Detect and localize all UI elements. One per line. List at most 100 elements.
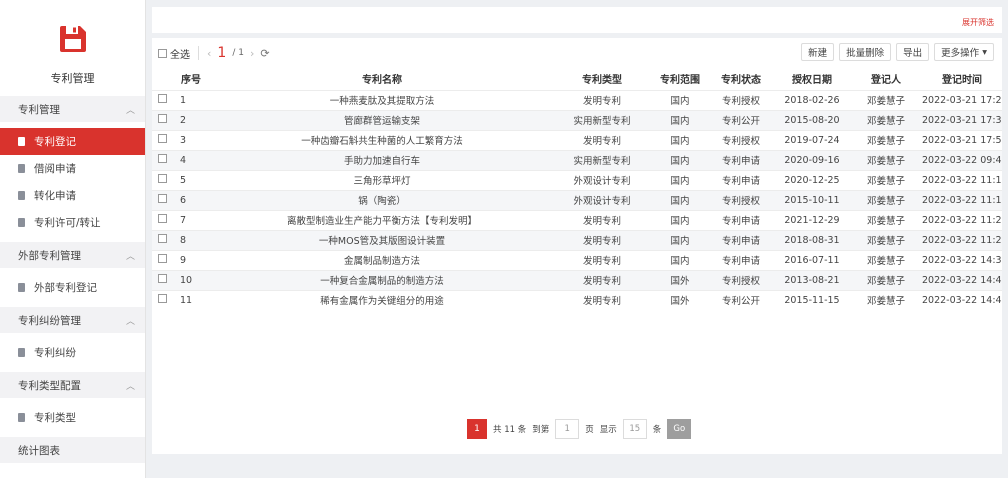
expand-filter-link[interactable]: 展开筛选 bbox=[962, 17, 994, 28]
export-button[interactable]: 导出 bbox=[896, 43, 930, 61]
table-cell: 6 bbox=[170, 189, 212, 210]
row-checkbox[interactable] bbox=[158, 194, 167, 203]
page-button-current[interactable]: 1 bbox=[467, 419, 487, 439]
nav-group-items: 专利登记借阅申请 转化申请 专利许可/转让 bbox=[0, 122, 145, 242]
table-cell: 2022-03-22 11:15 bbox=[922, 189, 1002, 210]
table-cell: 邓姜慧子 bbox=[850, 149, 922, 170]
row-checkbox-cell bbox=[152, 269, 170, 290]
patent-table: 序号 专利名称 专利类型 专利范围 专利状态 授权日期 登记人 登记时间 1 一种燕麦肽及其提取… bbox=[152, 68, 1002, 310]
column-header: 专利名称 bbox=[362, 75, 402, 87]
more-actions-button[interactable]: 更多操作 ▾ bbox=[934, 43, 994, 61]
table-cell: 邓姜慧子 bbox=[850, 129, 922, 150]
table-cell: 专利公开 bbox=[708, 109, 774, 130]
row-checkbox[interactable] bbox=[158, 154, 167, 163]
nav-group-header[interactable]: 外部专利管理 ︿ bbox=[0, 242, 145, 268]
select-all[interactable]: 全选 bbox=[158, 46, 190, 61]
total-count: 共 11 条 bbox=[493, 425, 527, 435]
row-checkbox[interactable] bbox=[158, 274, 167, 283]
row-checkbox[interactable] bbox=[158, 214, 167, 223]
table-cell: 2015-08-20 bbox=[774, 109, 850, 130]
table-cell: 国内 bbox=[652, 229, 708, 250]
header-checkbox-col bbox=[152, 68, 170, 90]
table-row[interactable]: 6 锅（陶瓷） 外观设计专利 国内 专利授权 2015-10-11 邓姜慧子 2022-03-… bbox=[152, 189, 1002, 210]
table-row[interactable]: 7 离散型制造业生产能力平衡方法【专利发明】 发明专利 国内 专利申请 2021-12-2… bbox=[152, 209, 1002, 230]
table-cell: 国内 bbox=[652, 89, 708, 110]
table-header-row: 序号 专利名称 专利类型 专利范围 专利状态 授权日期 登记人 登记时间 bbox=[152, 68, 1002, 90]
table-cell: 国外 bbox=[652, 289, 708, 310]
table-cell: 2022-03-21 17:54 bbox=[922, 129, 1002, 150]
table-row[interactable]: 11 稀有金属作为关键组分的用途 发明专利 国外 专利公开 2015-11-15 邓姜慧子 2… bbox=[152, 289, 1002, 310]
table-row[interactable]: 9 金属制品制造方法 发明专利 国内 专利申请 2016-07-11 邓姜慧子 2022-03… bbox=[152, 249, 1002, 270]
chevron-up-icon[interactable]: ︿ bbox=[126, 314, 135, 327]
caret-down-icon: ▾ bbox=[982, 46, 987, 58]
next-page-icon[interactable]: › bbox=[250, 47, 254, 60]
table-cell: 发明专利 bbox=[552, 209, 652, 230]
table-cell: 邓姜慧子 bbox=[850, 249, 922, 270]
table-cell: 8 bbox=[170, 229, 212, 250]
row-checkbox-cell bbox=[152, 129, 170, 150]
table-row[interactable]: 4 手助力加速自行车 实用新型专利 国内 专利申请 2020-09-16 邓姜慧子 2022-… bbox=[152, 149, 1002, 170]
table-row[interactable]: 5 三角形草坪灯 外观设计专利 国内 专利申请 2020-12-25 邓姜慧子 2022-03… bbox=[152, 169, 1002, 190]
goto-page-input[interactable]: 1 bbox=[555, 419, 580, 439]
row-checkbox[interactable] bbox=[158, 94, 167, 103]
table-cell: 外观设计专利 bbox=[552, 189, 652, 210]
nav-group-header[interactable]: 统计图表 bbox=[0, 437, 145, 463]
table-row[interactable]: 2 管廊群管运输支架 实用新型专利 国内 专利公开 2015-08-20 邓姜慧子 2022-… bbox=[152, 109, 1002, 130]
sidebar-nav-item[interactable]: 外部专利登记 bbox=[0, 274, 145, 301]
goto-label: 到第 bbox=[532, 425, 550, 435]
chevron-up-icon[interactable]: ︿ bbox=[126, 249, 135, 262]
row-checkbox[interactable] bbox=[158, 134, 167, 143]
table-cell: 7 bbox=[170, 209, 212, 230]
table-row[interactable]: 3 一种齿瓣石斛共生种菌的人工繁育方法 发明专利 国内 专利授权 2019-07-24 邓姜… bbox=[152, 129, 1002, 150]
table-cell: 2022-03-22 14:36 bbox=[922, 249, 1002, 270]
table-cell: 一种齿瓣石斛共生种菌的人工繁育方法 bbox=[212, 129, 552, 150]
refresh-icon[interactable]: ⟳ bbox=[260, 47, 269, 60]
table-cell: 实用新型专利 bbox=[552, 109, 652, 130]
mini-pager: ‹ 1 / 1 › ⟳ bbox=[207, 45, 270, 61]
sidebar-nav-item[interactable]: 专利纠纷 bbox=[0, 339, 145, 366]
sidebar-nav-item[interactable]: 转化申请 bbox=[0, 182, 145, 209]
sidebar-nav-item[interactable]: 专利登记 bbox=[0, 128, 145, 155]
sidebar-nav-item[interactable]: 专利类型 bbox=[0, 404, 145, 431]
row-checkbox[interactable] bbox=[158, 294, 167, 304]
table-cell: 2022-03-22 09:45 bbox=[922, 149, 1002, 170]
batch-delete-button[interactable]: 批量删除 bbox=[839, 43, 892, 61]
page-unit: 页 bbox=[585, 425, 594, 435]
table-cell: 实用新型专利 bbox=[552, 149, 652, 170]
document-icon bbox=[18, 164, 25, 173]
sidebar-nav-item[interactable]: 借阅申请 bbox=[0, 155, 145, 182]
table-cell: 1 bbox=[170, 89, 212, 110]
table-cell: 专利申请 bbox=[708, 169, 774, 190]
row-checkbox[interactable] bbox=[158, 174, 167, 183]
total-pages: / 1 bbox=[232, 48, 244, 58]
nav-group-header[interactable]: 专利纠纷管理 ︿ bbox=[0, 307, 145, 333]
table-cell: 邓姜慧子 bbox=[850, 109, 922, 130]
table-cell: 稀有金属作为关键组分的用途 bbox=[212, 289, 552, 310]
table-row[interactable]: 1 一种燕麦肽及其提取方法 发明专利 国内 专利授权 2018-02-26 邓姜慧子 2022… bbox=[152, 89, 1002, 110]
nav-group-header[interactable]: 专利类型配置 ︿ bbox=[0, 372, 145, 398]
sidebar-nav-item[interactable]: 专利许可/转让 bbox=[0, 209, 145, 236]
sidebar-nav-item-label: 专利登记 bbox=[34, 136, 76, 148]
document-icon bbox=[18, 191, 25, 200]
row-checkbox[interactable] bbox=[158, 254, 167, 263]
table-cell: 专利授权 bbox=[708, 189, 774, 210]
row-checkbox[interactable] bbox=[158, 234, 167, 243]
page-size-input[interactable]: 15 bbox=[622, 419, 647, 439]
row-checkbox[interactable] bbox=[158, 114, 167, 123]
table-cell: 专利授权 bbox=[708, 129, 774, 150]
table-row[interactable]: 10 一种复合金属制品的制造方法 发明专利 国外 专利授权 2013-08-21 邓姜慧子 2… bbox=[152, 269, 1002, 290]
go-button[interactable]: Go bbox=[667, 419, 692, 439]
prev-page-icon[interactable]: ‹ bbox=[207, 47, 211, 60]
chevron-up-icon[interactable]: ︿ bbox=[126, 103, 135, 116]
sidebar-nav-item-label: 外部专利登记 bbox=[34, 282, 97, 294]
table-cell: 邓姜慧子 bbox=[850, 209, 922, 230]
select-all-checkbox[interactable] bbox=[158, 48, 167, 58]
table-row[interactable]: 8 一种MOS管及其版图设计装置 发明专利 国内 专利申请 2018-08-31 邓姜慧子 2… bbox=[152, 229, 1002, 250]
table-cell: 管廊群管运输支架 bbox=[212, 109, 552, 130]
table-cell: 发明专利 bbox=[552, 289, 652, 310]
nav-group-header[interactable]: 专利管理 ︿ bbox=[0, 96, 145, 122]
table-cell: 2015-11-15 bbox=[774, 289, 850, 310]
table-cell: 2015-10-11 bbox=[774, 189, 850, 210]
new-button[interactable]: 新建 bbox=[801, 43, 835, 61]
chevron-up-icon[interactable]: ︿ bbox=[126, 379, 135, 392]
